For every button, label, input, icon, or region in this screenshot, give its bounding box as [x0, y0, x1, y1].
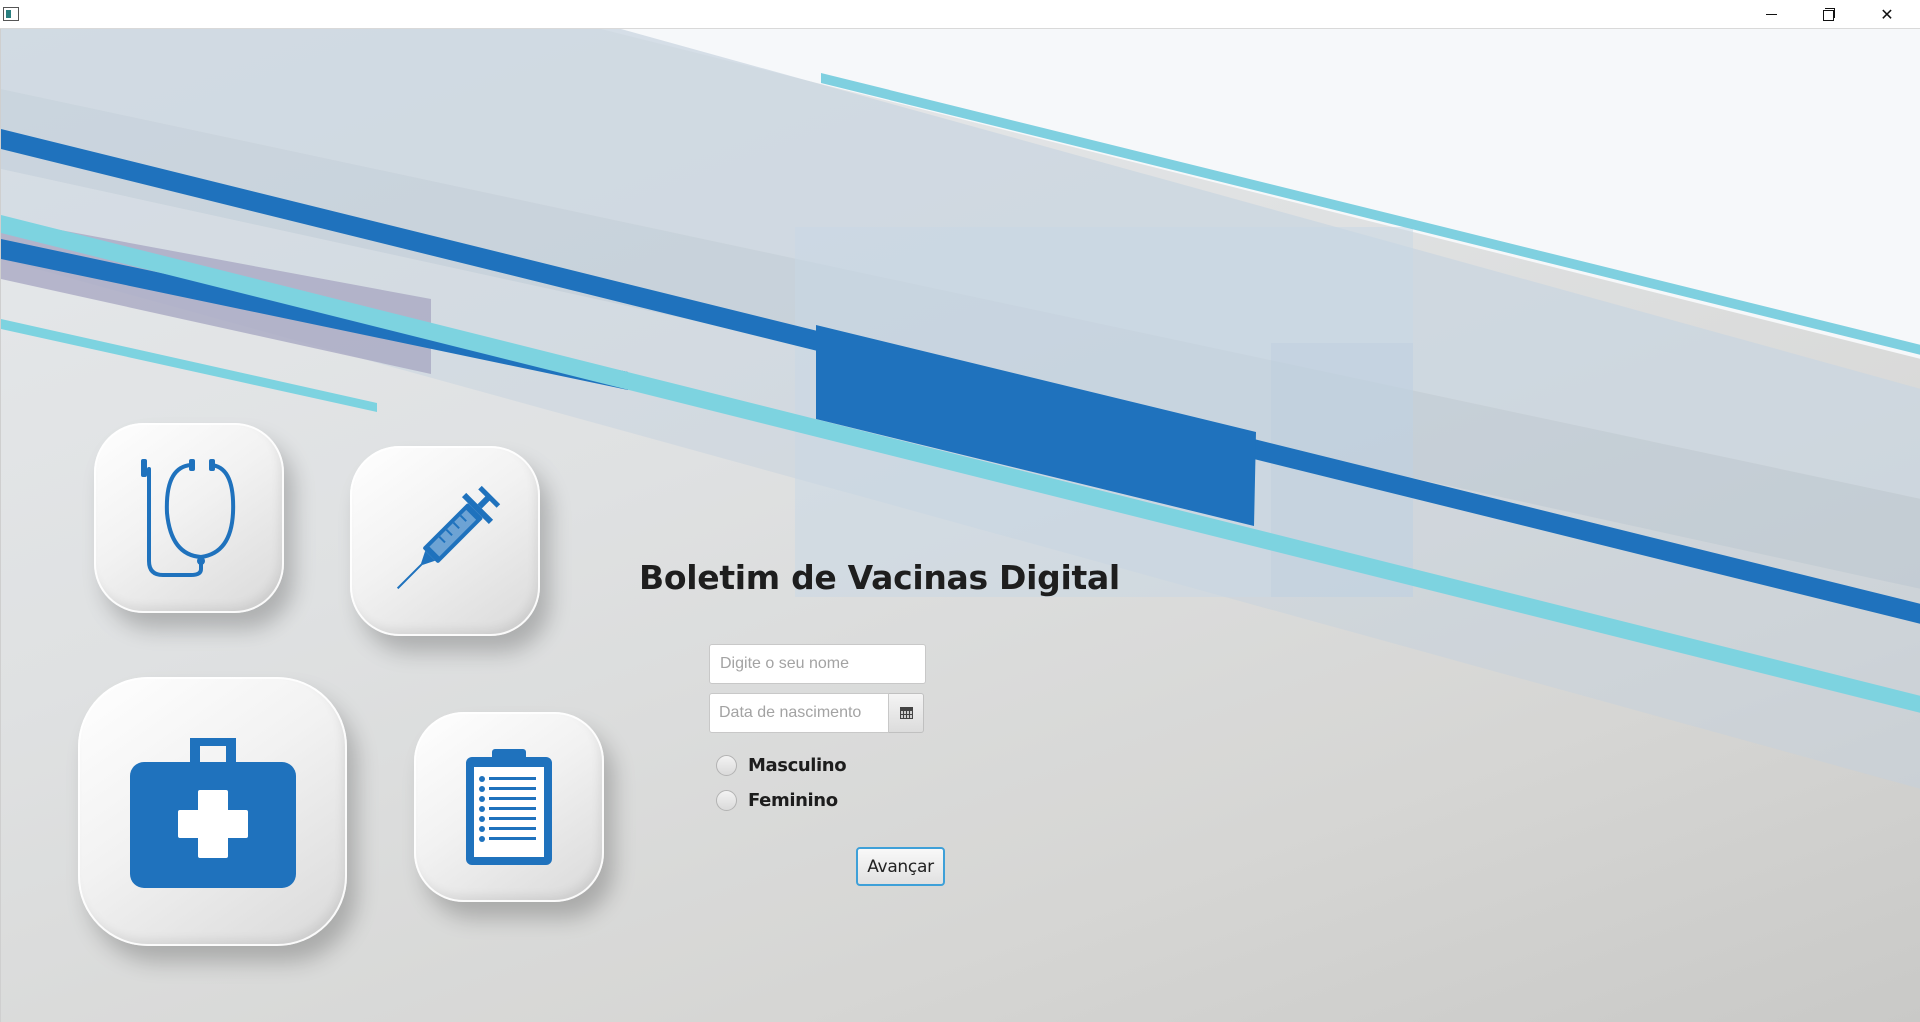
stethoscope-icon — [141, 459, 236, 577]
close-button[interactable]: ✕ — [1858, 0, 1916, 28]
birth-date-field[interactable] — [709, 693, 889, 733]
syringe-tile — [350, 446, 540, 636]
radio-label-feminino: Feminino — [748, 790, 838, 811]
restore-button[interactable] — [1800, 0, 1858, 28]
radio-option-feminino[interactable]: Feminino — [716, 790, 838, 811]
page-title: Boletim de Vacinas Digital — [639, 558, 1120, 597]
calendar-button[interactable] — [889, 693, 924, 733]
minimize-button[interactable] — [1742, 0, 1800, 28]
minimize-icon — [1765, 13, 1777, 15]
window-titlebar: ✕ — [0, 0, 1920, 29]
medical-kit-tile — [78, 677, 347, 946]
name-field[interactable] — [709, 644, 926, 684]
close-icon: ✕ — [1880, 4, 1894, 24]
clipboard-tile — [414, 712, 604, 902]
app-icon — [3, 7, 19, 21]
next-button[interactable]: Avançar — [856, 847, 945, 886]
calendar-icon — [899, 707, 913, 719]
restore-icon — [1823, 8, 1835, 21]
main-window-content — [0, 29, 1920, 1022]
radio-option-masculino[interactable]: Masculino — [716, 755, 847, 776]
radio-label-masculino: Masculino — [748, 755, 847, 776]
radio-button-feminino[interactable] — [716, 790, 737, 811]
stethoscope-tile — [94, 423, 284, 613]
medical-kit-icon — [129, 737, 296, 888]
radio-button-masculino[interactable] — [716, 755, 737, 776]
clipboard-icon — [466, 749, 552, 865]
birth-date-picker — [709, 693, 924, 733]
syringe-icon — [396, 485, 501, 590]
